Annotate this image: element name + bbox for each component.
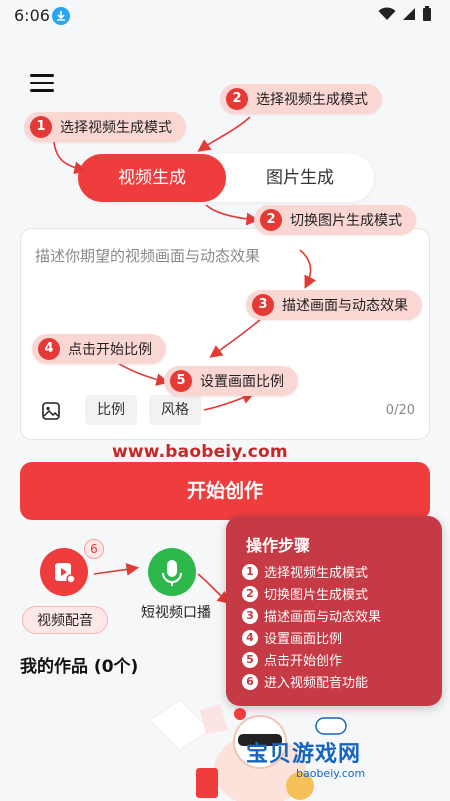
callout-step-2-top: 2 选择视频生成模式 (220, 84, 382, 114)
callout-text: 点击开始比例 (68, 342, 152, 358)
step-text: 点击开始创作 (264, 654, 343, 669)
step-text: 设置画面比例 (264, 632, 343, 647)
gamepad-icon (315, 717, 347, 735)
callout-step-5: 5 设置画面比例 (164, 366, 298, 396)
step-number: 6 (242, 673, 258, 690)
callout-step-4: 4 点击开始比例 (32, 334, 166, 364)
step-text: 进入视频配音功能 (264, 676, 369, 691)
steps-title: 操作步骤 (246, 536, 311, 555)
callout-step-3: 3 描述画面与动态效果 (246, 290, 422, 320)
step-number: 3 (242, 607, 258, 624)
callout-text: 描述画面与动态效果 (282, 298, 408, 314)
steps-panel: 操作步骤 1 选择视频生成模式 2 切换图片生成模式 3 描述画面与动态效果 4 设置画… (226, 516, 442, 706)
step-number: 2 (242, 585, 258, 602)
callout-number: 4 (38, 338, 60, 360)
callout-step-1: 1 选择视频生成模式 (24, 112, 186, 142)
step-text: 描述画面与动态效果 (264, 610, 382, 625)
callout-text: 设置画面比例 (200, 374, 284, 390)
step-item: 1 选择视频生成模式 (242, 562, 368, 581)
step-item: 5 点击开始创作 (242, 650, 342, 669)
step-item: 6 进入视频配音功能 (242, 672, 368, 691)
step-number: 1 (242, 563, 258, 580)
step-item: 3 描述画面与动态效果 (242, 606, 381, 625)
callout-step-2-switch: 2 切换图片生成模式 (254, 205, 416, 235)
step-text: 切换图片生成模式 (264, 588, 369, 603)
callout-text: 选择视频生成模式 (60, 120, 172, 136)
step-number: 4 (242, 629, 258, 646)
callout-number: 3 (252, 294, 274, 316)
callout-text: 选择视频生成模式 (256, 92, 368, 108)
step-text: 选择视频生成模式 (264, 566, 369, 581)
step-number: 5 (242, 651, 258, 668)
callout-number: 1 (30, 116, 52, 138)
callout-number: 2 (260, 209, 282, 231)
brand-logo-text: 宝贝游戏网 (246, 742, 362, 767)
callout-text: 切换图片生成模式 (290, 213, 402, 229)
brand-logo-url: baobeiy.com (296, 767, 366, 780)
step-item: 2 切换图片生成模式 (242, 584, 368, 603)
step-item: 4 设置画面比例 (242, 628, 342, 647)
callout-number: 5 (170, 370, 192, 392)
callout-number: 2 (226, 88, 248, 110)
